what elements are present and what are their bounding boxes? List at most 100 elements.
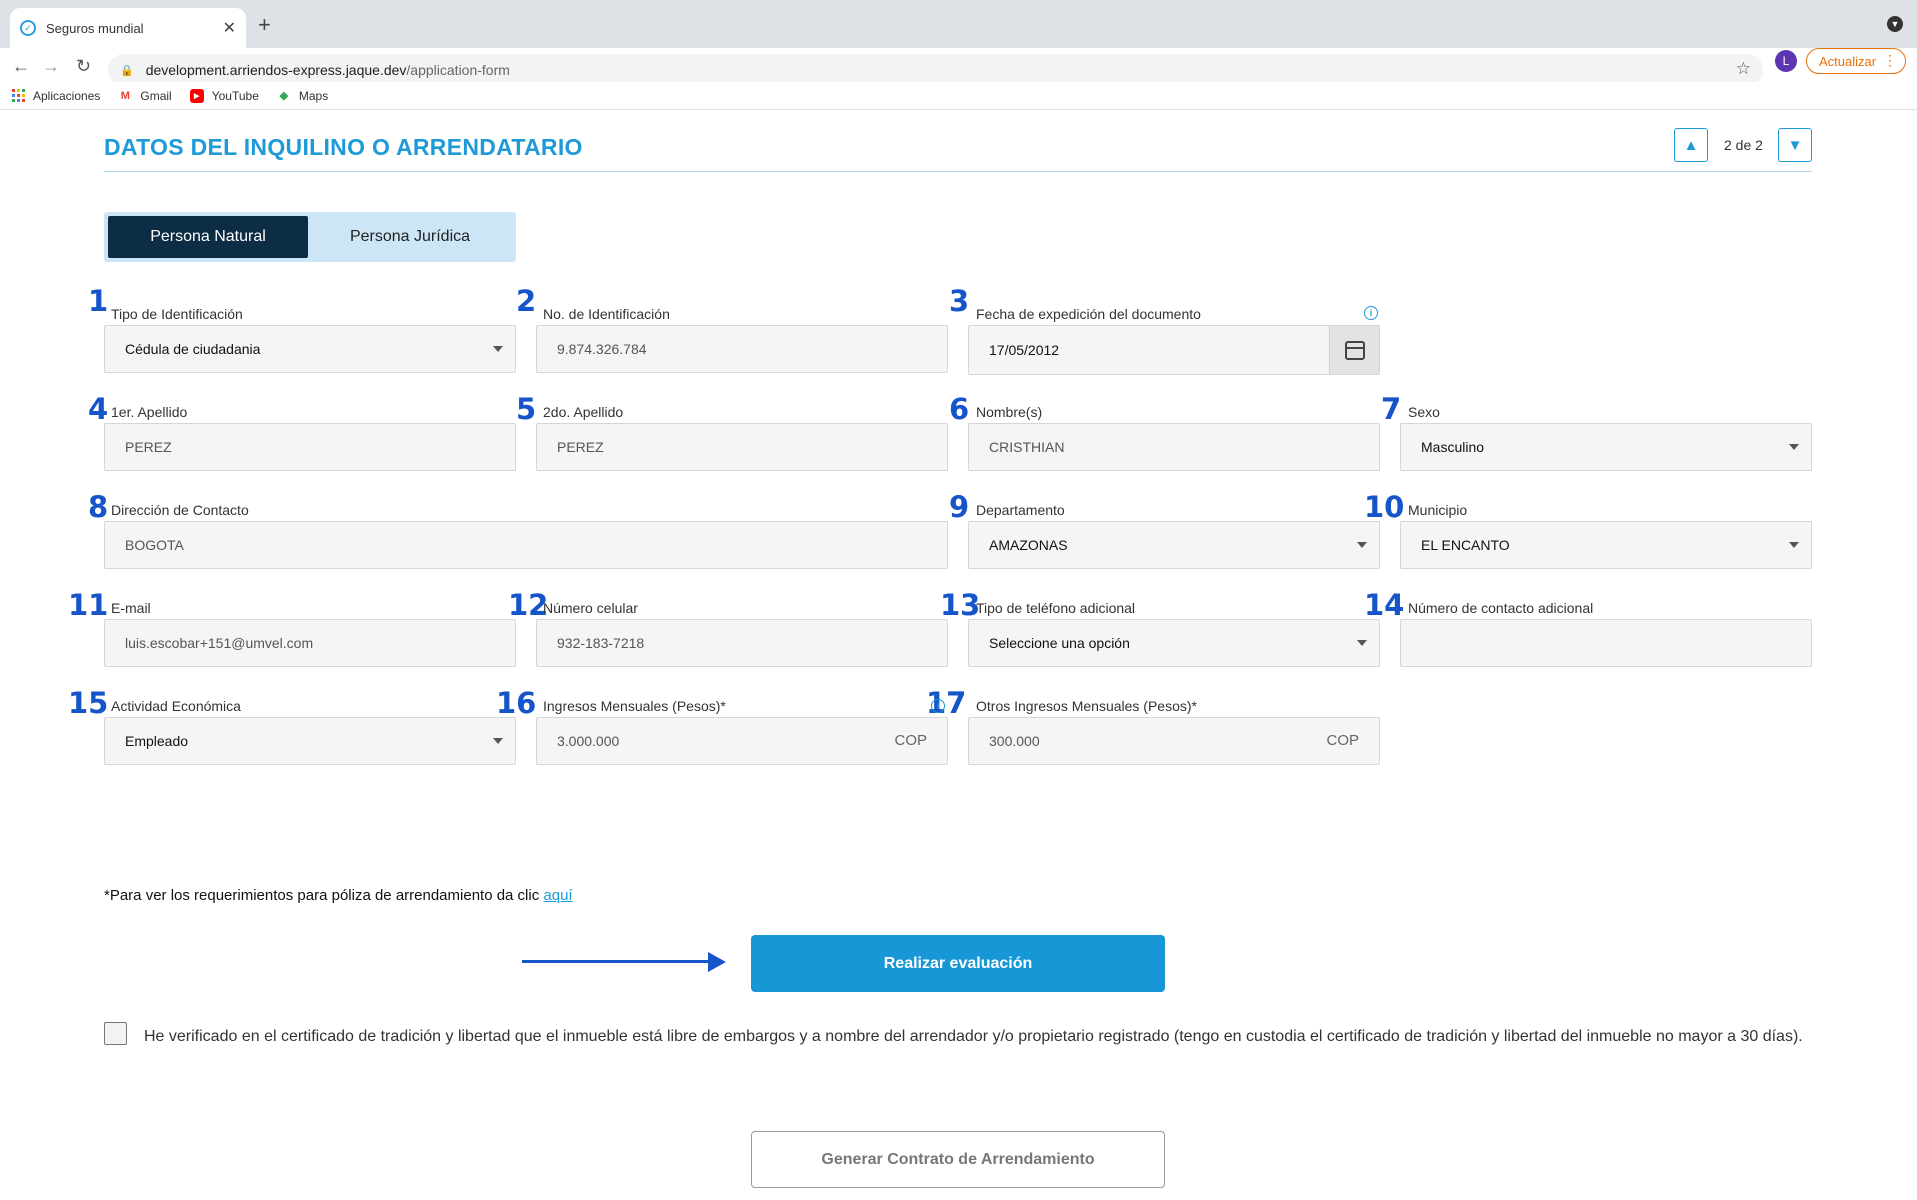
- pager-text: 2 de 2: [1724, 137, 1763, 153]
- back-icon[interactable]: ←: [12, 56, 30, 77]
- annotation-number: 4: [88, 392, 109, 426]
- close-tab-icon[interactable]: ✕: [223, 18, 236, 38]
- dropdown-caret-icon: [1789, 542, 1799, 548]
- tipo-tel-select[interactable]: Seleccione una opción: [968, 619, 1380, 667]
- new-tab-icon[interactable]: +: [258, 12, 271, 38]
- direccion-input[interactable]: BOGOTA: [104, 521, 948, 569]
- bookmark-star-icon[interactable]: ☆: [1736, 59, 1751, 79]
- sexo-label: Sexo: [1408, 404, 1440, 420]
- annotation-arrow: [522, 960, 712, 963]
- forward-icon[interactable]: →: [42, 56, 60, 77]
- municipio-select[interactable]: EL ENCANTO: [1400, 521, 1812, 569]
- dropdown-caret-icon: [1357, 542, 1367, 548]
- bookmark-apps[interactable]: Aplicaciones: [12, 89, 100, 103]
- ingresos-input[interactable]: 3.000.000 COP: [536, 717, 948, 765]
- dropdown-caret-icon: [1789, 444, 1799, 450]
- annotation-number: 11: [68, 588, 109, 622]
- bookmark-gmail[interactable]: M Gmail: [118, 89, 172, 103]
- annotation-number: 8: [88, 490, 109, 524]
- section-divider: [104, 171, 1812, 172]
- calendar-button[interactable]: [1329, 326, 1379, 374]
- apellido2-label: 2do. Apellido: [543, 404, 624, 420]
- tipo-id-label: Tipo de Identificación: [111, 306, 243, 322]
- contacto-adicional-input[interactable]: [1400, 619, 1812, 667]
- requirements-link[interactable]: aquí: [543, 887, 572, 904]
- bookmark-youtube[interactable]: ▶ YouTube: [189, 88, 259, 103]
- browser-tab[interactable]: ✓ Seguros mundial ✕: [10, 8, 246, 48]
- no-id-input[interactable]: 9.874.326.784: [536, 325, 948, 373]
- tab-title: Seguros mundial: [46, 20, 144, 36]
- annotation-number: 16: [496, 686, 537, 720]
- verification-text: He verificado en el certificado de tradi…: [144, 1028, 1803, 1045]
- profile-avatar[interactable]: L: [1775, 50, 1797, 72]
- actividad-label: Actividad Económica: [111, 698, 241, 714]
- otros-ingresos-label: Otros Ingresos Mensuales (Pesos)*: [976, 698, 1197, 714]
- actividad-select[interactable]: Empleado: [104, 717, 516, 765]
- apellido1-input[interactable]: PEREZ: [104, 423, 516, 471]
- dropdown-caret-icon: [493, 346, 503, 352]
- info-icon[interactable]: i: [1364, 306, 1378, 320]
- lock-icon: 🔒: [120, 64, 134, 77]
- verification-checkbox[interactable]: [104, 1022, 127, 1045]
- url-text: development.arriendos-express.jaque.dev/…: [145, 62, 510, 78]
- reload-icon[interactable]: ↻: [76, 56, 91, 77]
- celular-input[interactable]: 932-183-7218: [536, 619, 948, 667]
- tipo-tel-label: Tipo de teléfono adicional: [976, 600, 1136, 616]
- annotation-number: 13: [940, 588, 981, 622]
- municipio-label: Municipio: [1408, 502, 1468, 518]
- pager-down-button[interactable]: ▼: [1778, 128, 1812, 162]
- persona-natural-tab[interactable]: Persona Natural: [108, 216, 308, 258]
- email-input[interactable]: luis.escobar+151@umvel.com: [104, 619, 516, 667]
- pager-up-button[interactable]: ▲: [1674, 128, 1708, 162]
- calendar-icon: [1344, 340, 1365, 360]
- nombres-input[interactable]: CRISTHIAN: [968, 423, 1380, 471]
- info-icon[interactable]: i: [931, 699, 945, 713]
- fecha-exp-input[interactable]: 17/05/2012: [968, 325, 1380, 375]
- annotation-number: 9: [949, 490, 970, 524]
- tab-strip: ✓ Seguros mundial ✕ + ▼: [0, 0, 1917, 48]
- bookmarks-bar: Aplicaciones M Gmail ▶ YouTube ◆ Maps: [0, 82, 1917, 110]
- generar-contrato-button[interactable]: Generar Contrato de Arrendamiento: [751, 1131, 1165, 1188]
- annotation-number: 1: [88, 284, 109, 318]
- dropdown-caret-icon: [493, 738, 503, 744]
- realizar-evaluacion-button[interactable]: Realizar evaluación: [751, 935, 1165, 992]
- departamento-label: Departamento: [976, 502, 1065, 518]
- annotation-number: 14: [1364, 588, 1405, 622]
- bookmark-maps[interactable]: ◆ Maps: [277, 89, 329, 103]
- youtube-icon: ▶: [189, 88, 204, 103]
- nombres-label: Nombre(s): [976, 404, 1043, 420]
- departamento-select[interactable]: AMAZONAS: [968, 521, 1380, 569]
- maps-icon: ◆: [279, 90, 289, 102]
- no-id-label: No. de Identificación: [543, 306, 670, 322]
- caret-up-icon: ▲: [1683, 136, 1699, 154]
- fecha-exp-label: Fecha de expedición del documento: [976, 306, 1201, 322]
- menu-dots-icon: ⋮: [1883, 52, 1897, 68]
- direccion-label: Dirección de Contacto: [111, 502, 249, 518]
- annotation-number: 15: [68, 686, 109, 720]
- currency-suffix: COP: [894, 732, 927, 749]
- caret-down-icon: ▼: [1787, 136, 1803, 154]
- annotation-arrow-head: [708, 952, 726, 972]
- tipo-id-select[interactable]: Cédula de ciudadania: [104, 325, 516, 373]
- gmail-icon: M: [120, 89, 130, 102]
- apellido1-label: 1er. Apellido: [111, 404, 188, 420]
- apellido2-input[interactable]: PEREZ: [536, 423, 948, 471]
- apps-grid-icon: [12, 89, 25, 102]
- celular-label: Número celular: [543, 600, 638, 616]
- annotation-number: 10: [1364, 490, 1405, 524]
- update-button[interactable]: Actualizar ⋮: [1806, 48, 1906, 74]
- sexo-select[interactable]: Masculino: [1400, 423, 1812, 471]
- site-favicon-icon: ✓: [20, 20, 36, 36]
- contacto-adicional-label: Número de contacto adicional: [1408, 600, 1594, 616]
- dropdown-caret-icon: [1357, 640, 1367, 646]
- person-type-toggle: Persona Natural Persona Jurídica: [104, 212, 516, 262]
- page-title: DATOS DEL INQUILINO O ARRENDATARIO: [104, 134, 583, 160]
- currency-suffix: COP: [1326, 732, 1359, 749]
- persona-juridica-tab[interactable]: Persona Jurídica: [310, 216, 510, 258]
- annotation-number: 7: [1381, 392, 1402, 426]
- annotation-number: 5: [516, 392, 537, 426]
- tab-search-icon[interactable]: ▼: [1887, 16, 1903, 32]
- otros-ingresos-input[interactable]: 300.000 COP: [968, 717, 1380, 765]
- requirements-text: *Para ver los requerimientos para póliza…: [104, 887, 573, 904]
- annotation-number: 3: [949, 284, 970, 318]
